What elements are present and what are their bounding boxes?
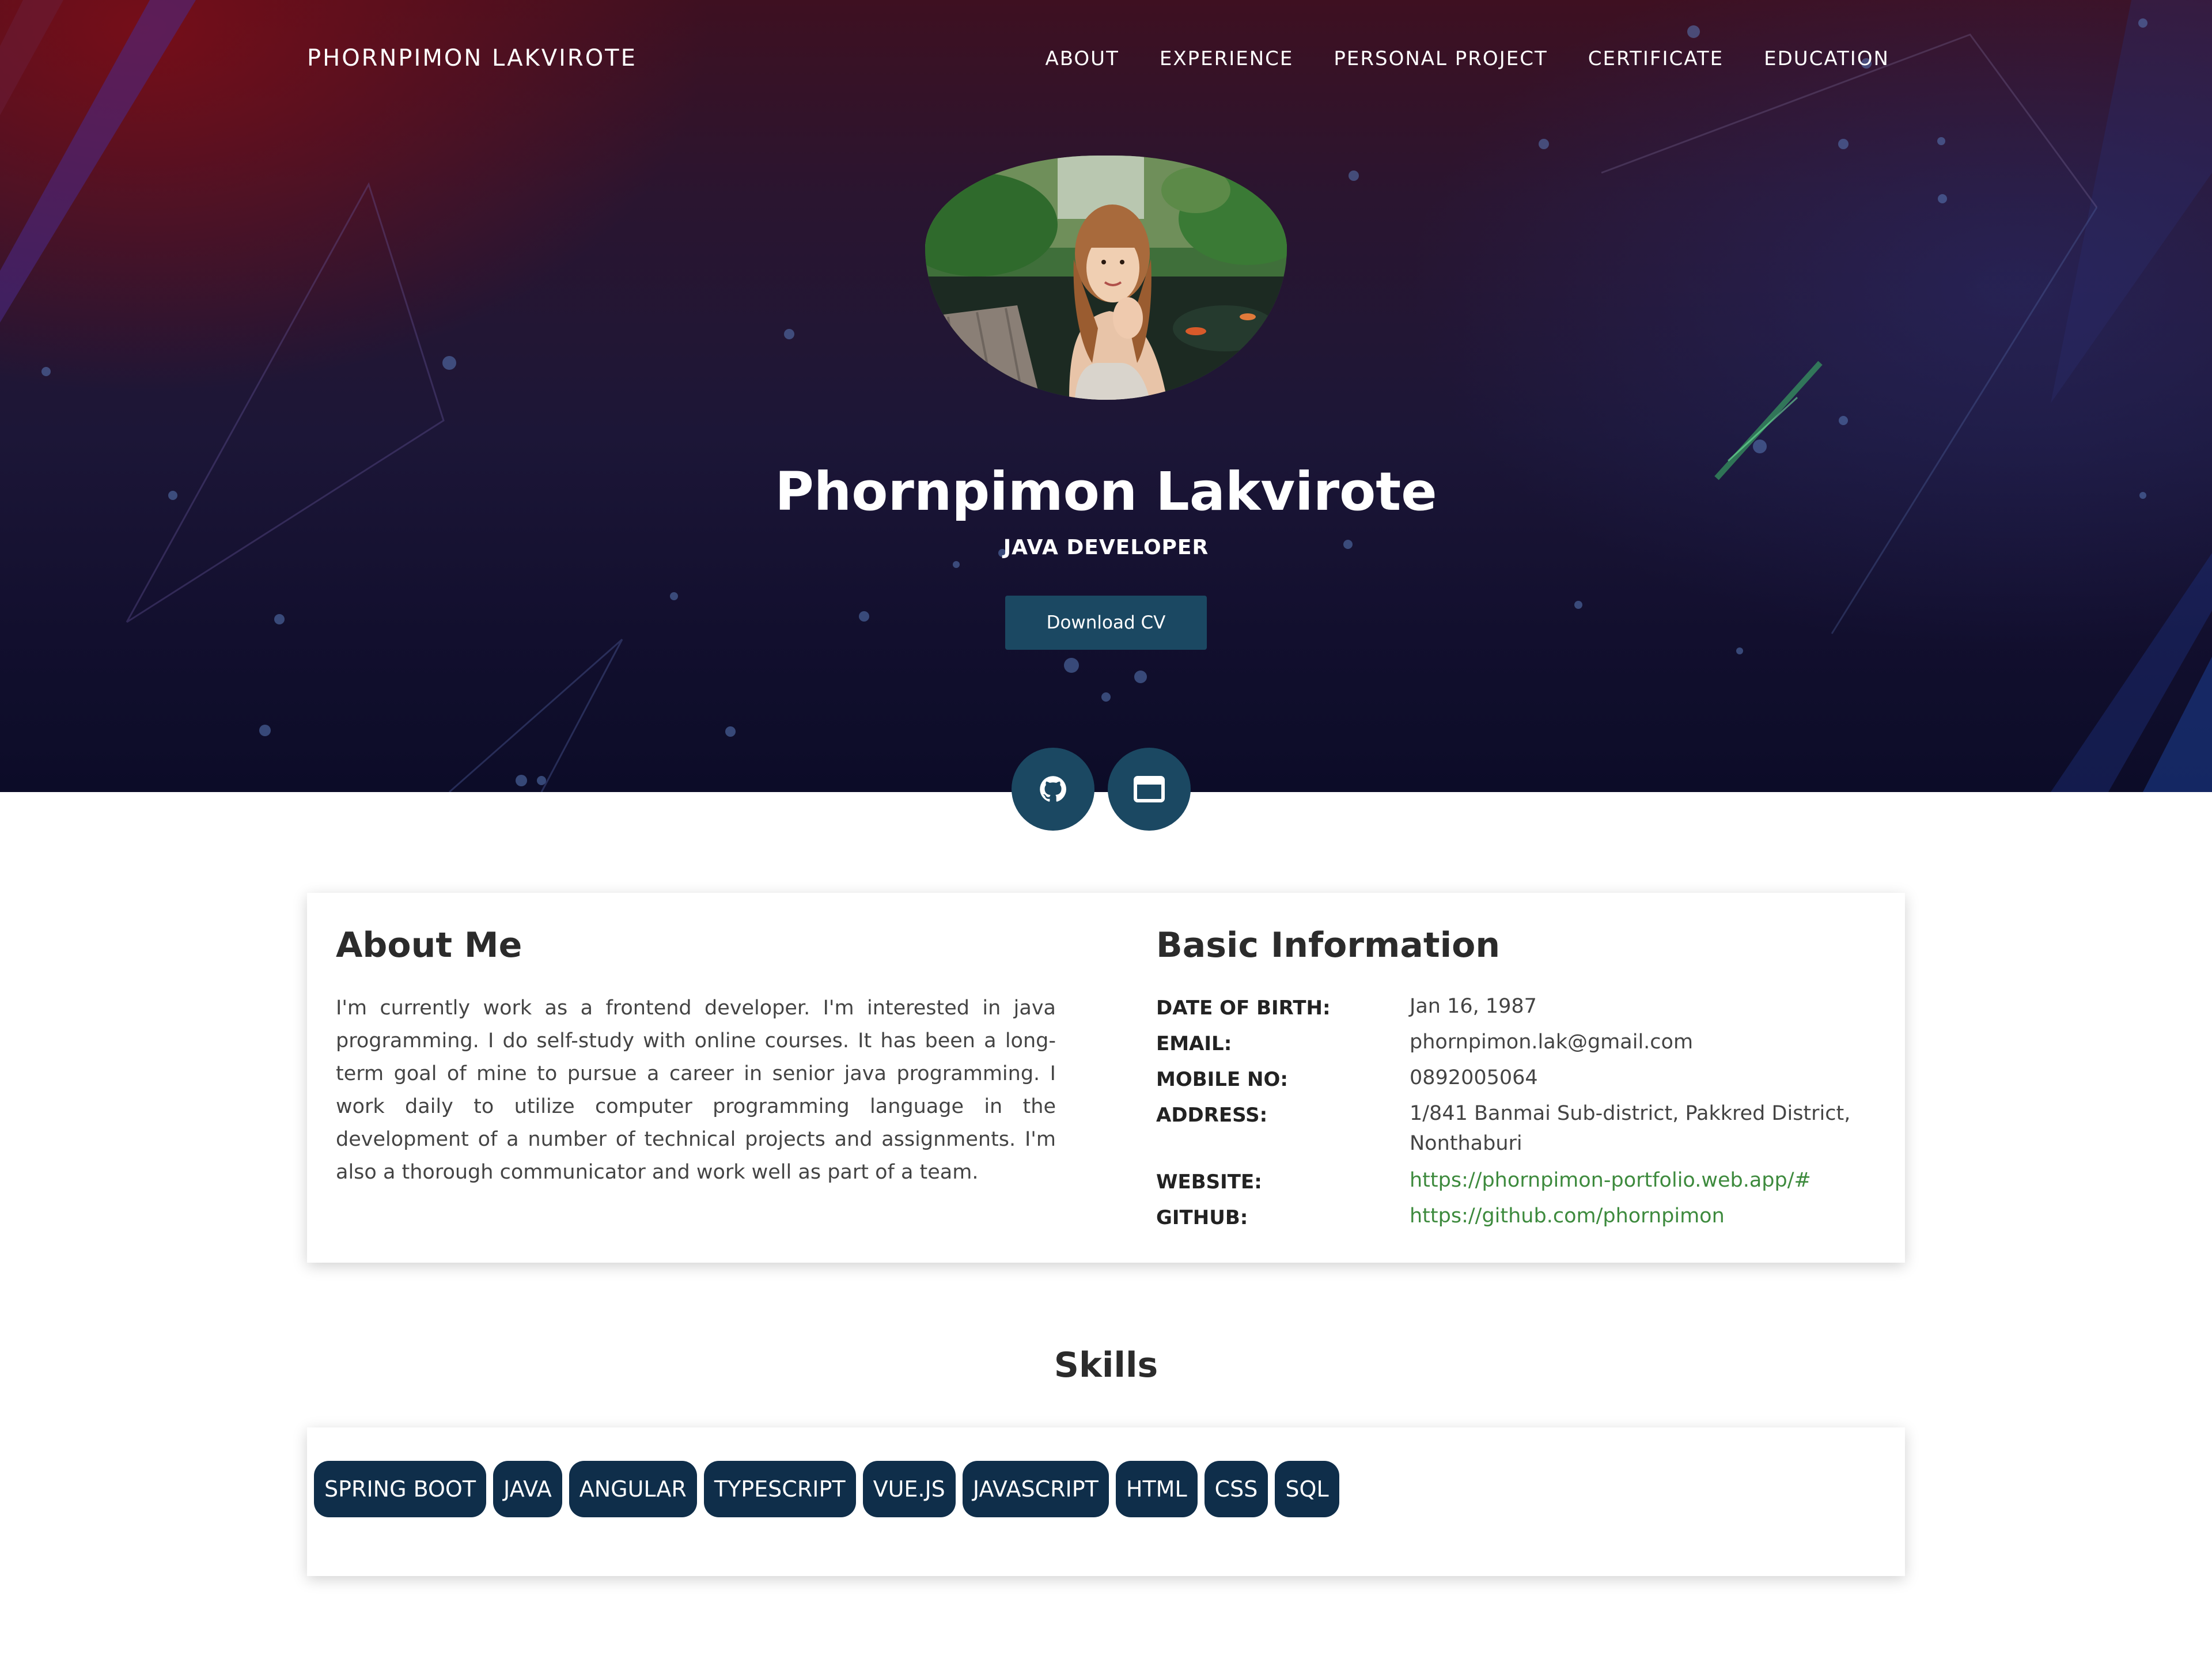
about-text: I'm currently work as a frontend develop… xyxy=(336,997,1056,1184)
info-label: EMAIL: xyxy=(1156,1032,1232,1055)
info-label: WEBSITE: xyxy=(1156,1171,1262,1194)
skill-chip: TYPESCRIPT xyxy=(703,1461,856,1517)
skill-chip: VUE.JS xyxy=(862,1461,956,1517)
website-button[interactable] xyxy=(1108,748,1191,831)
github-icon xyxy=(1040,776,1066,802)
skill-chip: JAVASCRIPT xyxy=(962,1461,1109,1517)
info-value: phornpimon.lak@gmail.com xyxy=(1410,1031,1694,1054)
skills-card: SPRING BOOT JAVA ANGULAR TYPESCRIPT VUE.… xyxy=(307,1427,1905,1576)
info-label: ADDRESS: xyxy=(1156,1104,1268,1127)
info-value: Jan 16, 1987 xyxy=(1410,995,1537,1018)
nav-certificate[interactable]: CERTIFICATE xyxy=(1588,47,1724,70)
top-nav: ABOUT EXPERIENCE PERSONAL PROJECT CERTIF… xyxy=(1045,47,1889,70)
hero-role: JAVA DEVELOPER xyxy=(1003,536,1209,559)
skill-chip: ANGULAR xyxy=(569,1461,697,1517)
skill-chip: CSS xyxy=(1204,1461,1268,1517)
info-row-website: WEBSITE: https://phornpimon-portfolio.we… xyxy=(1156,1169,1870,1195)
skill-chip: SQL xyxy=(1275,1461,1339,1517)
nav-experience[interactable]: EXPERIENCE xyxy=(1160,47,1294,70)
info-value: 0892005064 xyxy=(1410,1066,1538,1089)
info-row-email: EMAIL: phornpimon.lak@gmail.com xyxy=(1156,1031,1870,1057)
website-link[interactable]: https://phornpimon-portfolio.web.app/# xyxy=(1410,1165,1870,1195)
about-title: About Me xyxy=(336,925,522,965)
skills-title: Skills xyxy=(1054,1345,1158,1385)
info-row-address: ADDRESS: 1/841 Banmai Sub-district, Pakk… xyxy=(1156,1102,1870,1158)
skill-chip: JAVA xyxy=(493,1461,562,1517)
hero-section: PHORNPIMON LAKVIROTE ABOUT EXPERIENCE PE… xyxy=(0,0,2212,792)
skill-chip: SPRING BOOT xyxy=(314,1461,487,1517)
basic-info-title: Basic Information xyxy=(1156,925,1501,965)
about-card: About Me I'm currently work as a fronten… xyxy=(307,893,1905,1263)
github-link[interactable]: https://github.com/phornpimon xyxy=(1410,1201,1870,1231)
info-row-mobile: MOBILE NO: 0892005064 xyxy=(1156,1066,1870,1093)
info-label: DATE OF BIRTH: xyxy=(1156,997,1331,1020)
skills-list: SPRING BOOT JAVA ANGULAR TYPESCRIPT VUE.… xyxy=(314,1461,1339,1517)
info-label: MOBILE NO: xyxy=(1156,1068,1288,1091)
download-cv-button[interactable]: Download CV xyxy=(1005,596,1207,650)
hero-name: Phornpimon Lakvirote xyxy=(775,461,1437,522)
brand-name[interactable]: PHORNPIMON LAKVIROTE xyxy=(307,45,637,71)
nav-personal-project[interactable]: PERSONAL PROJECT xyxy=(1334,47,1547,70)
info-row-github: GITHUB: https://github.com/phornpimon xyxy=(1156,1205,1870,1231)
nav-education[interactable]: EDUCATION xyxy=(1764,47,1889,70)
skill-chip: HTML xyxy=(1115,1461,1198,1517)
info-value: 1/841 Banmai Sub-district, Pakkred Distr… xyxy=(1410,1102,1851,1155)
info-label: GITHUB: xyxy=(1156,1206,1248,1229)
info-row-dob: DATE OF BIRTH: Jan 16, 1987 xyxy=(1156,995,1870,1021)
github-button[interactable] xyxy=(1012,748,1094,831)
browser-window-icon xyxy=(1134,776,1165,802)
nav-about[interactable]: ABOUT xyxy=(1045,47,1119,70)
